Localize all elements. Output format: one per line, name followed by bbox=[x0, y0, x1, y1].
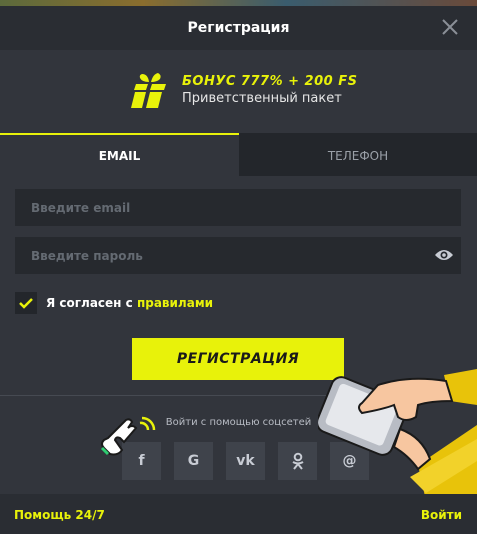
registration-tabs: EMAIL ТЕЛЕФОН bbox=[0, 133, 477, 176]
bonus-subtitle: Приветственный пакет bbox=[182, 91, 342, 106]
modal-footer: Помощь 24/7 Войти bbox=[0, 494, 477, 534]
gift-icon bbox=[131, 73, 166, 108]
tab-phone[interactable]: ТЕЛЕФОН bbox=[239, 133, 477, 176]
hand-cursor-icon bbox=[100, 416, 156, 456]
vk-button[interactable]: vk bbox=[226, 442, 265, 480]
close-icon[interactable] bbox=[441, 18, 459, 36]
help-link[interactable]: Помощь 24/7 bbox=[14, 508, 105, 522]
odnoklassniki-icon bbox=[291, 452, 304, 470]
modal-header: Регистрация bbox=[0, 6, 477, 50]
odnoklassniki-button[interactable] bbox=[278, 442, 317, 480]
terms-prefix: Я согласен с bbox=[46, 296, 137, 310]
checkmark-icon bbox=[19, 298, 33, 309]
google-button[interactable]: G bbox=[174, 442, 213, 480]
email-input[interactable] bbox=[15, 189, 461, 226]
show-password-icon[interactable] bbox=[434, 248, 454, 262]
register-button[interactable]: РЕГИСТРАЦИЯ bbox=[132, 338, 344, 380]
vk-icon: vk bbox=[236, 453, 255, 469]
bonus-banner: БОНУС 777% + 200 FS Приветственный пакет bbox=[128, 70, 357, 110]
terms-checkbox[interactable] bbox=[15, 292, 37, 314]
login-link[interactable]: Войти bbox=[421, 508, 462, 522]
register-button-label: РЕГИСТРАЦИЯ bbox=[176, 351, 300, 367]
registration-form-panel: БОНУС 777% + 200 FS Приветственный пакет… bbox=[0, 50, 477, 534]
terms-agreement: Я согласен с правилами bbox=[15, 292, 213, 314]
tab-email[interactable]: EMAIL bbox=[0, 133, 239, 176]
google-icon: G bbox=[187, 453, 200, 469]
modal-title: Регистрация bbox=[187, 20, 290, 36]
rules-link[interactable]: правилами bbox=[137, 296, 213, 310]
terms-label: Я согласен с правилами bbox=[46, 296, 213, 310]
bonus-title: БОНУС 777% + 200 FS bbox=[182, 74, 358, 89]
password-input[interactable] bbox=[15, 237, 461, 274]
